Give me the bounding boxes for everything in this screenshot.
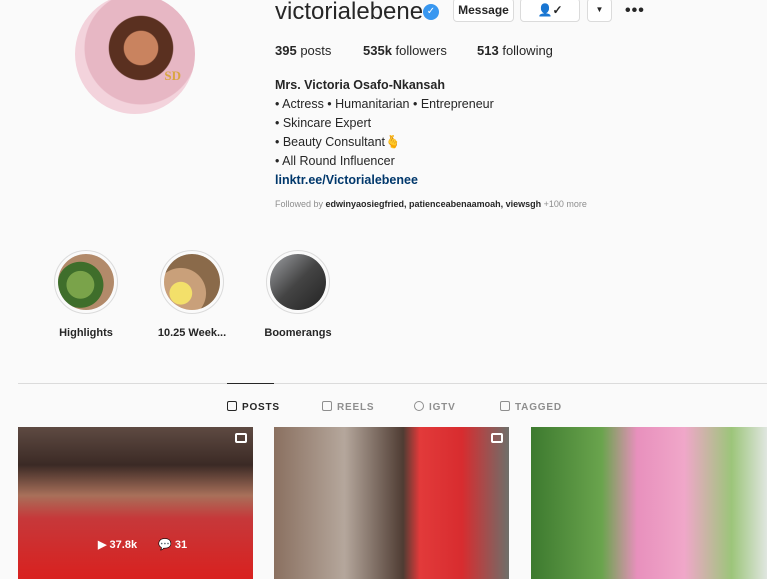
chevron-down-icon: ▼ — [595, 5, 604, 14]
avatar-logo: SD — [164, 68, 181, 83]
post-stats-overlay: ▶ 37.8k 💬 31 — [98, 538, 187, 551]
grid-icon — [227, 401, 237, 411]
profile-avatar[interactable]: SD — [75, 0, 195, 114]
active-tab-indicator — [227, 383, 274, 384]
tabs-divider — [18, 383, 767, 384]
person-check-icon: 👤✓ — [537, 3, 563, 17]
comments-count: 31 — [174, 539, 188, 551]
highlight-label: Highlights — [59, 327, 113, 339]
tagged-icon — [500, 401, 510, 411]
post-thumbnail[interactable] — [274, 427, 509, 579]
followers-stat[interactable]: 535k followers — [363, 43, 447, 58]
bio-line: • All Round Influencer — [275, 154, 395, 168]
bio-line: • Skincare Expert — [275, 116, 372, 130]
highlight-boomerangs[interactable]: Boomerangs — [264, 250, 332, 339]
more-options-icon[interactable]: ••• — [625, 2, 645, 20]
bio-link[interactable]: linktr.ee/Victorialebenee — [275, 171, 494, 190]
post-thumbnail[interactable]: ▶ 37.8k 💬 31 — [18, 427, 253, 579]
igtv-icon — [414, 401, 424, 411]
highlight-label: 10.25 Week... — [157, 327, 227, 339]
verified-badge-icon: ✓ — [423, 4, 439, 20]
bio-line: • Beauty Consultant🫰 — [275, 135, 401, 149]
posts-stat: 395 posts — [275, 43, 332, 58]
highlight-highlights[interactable]: Highlights — [54, 250, 118, 339]
tab-posts[interactable]: POSTS — [227, 401, 280, 413]
highlight-label: Boomerangs — [264, 327, 332, 339]
play-icon: ▶ — [98, 539, 107, 551]
following-button[interactable]: 👤✓ — [520, 0, 580, 22]
reels-icon — [322, 401, 332, 411]
highlight-10-25-week[interactable]: 10.25 Week... — [158, 250, 226, 339]
suggested-dropdown-button[interactable]: ▼ — [587, 0, 612, 22]
followed-by[interactable]: Followed by edwinyaosiegfried, patiencea… — [275, 199, 587, 209]
reel-icon — [235, 433, 247, 443]
following-stat[interactable]: 513 following — [477, 43, 553, 58]
post-thumbnail[interactable] — [531, 427, 767, 579]
bio-full-name: Mrs. Victoria Osafo-Nkansah — [275, 78, 445, 92]
comment-icon: 💬 — [158, 539, 172, 551]
tab-igtv[interactable]: IGTV — [414, 401, 456, 413]
profile-username: victorialebenee — [275, 0, 437, 25]
message-button[interactable]: Message — [453, 0, 514, 22]
tab-reels[interactable]: REELS — [322, 401, 374, 413]
likes-count: 37.8k — [109, 539, 138, 551]
tab-tagged[interactable]: TAGGED — [500, 401, 562, 413]
carousel-icon — [491, 433, 503, 443]
bio-line: • Actress • Humanitarian • Entrepreneur — [275, 97, 494, 111]
profile-bio: Mrs. Victoria Osafo-Nkansah • Actress • … — [275, 76, 494, 190]
